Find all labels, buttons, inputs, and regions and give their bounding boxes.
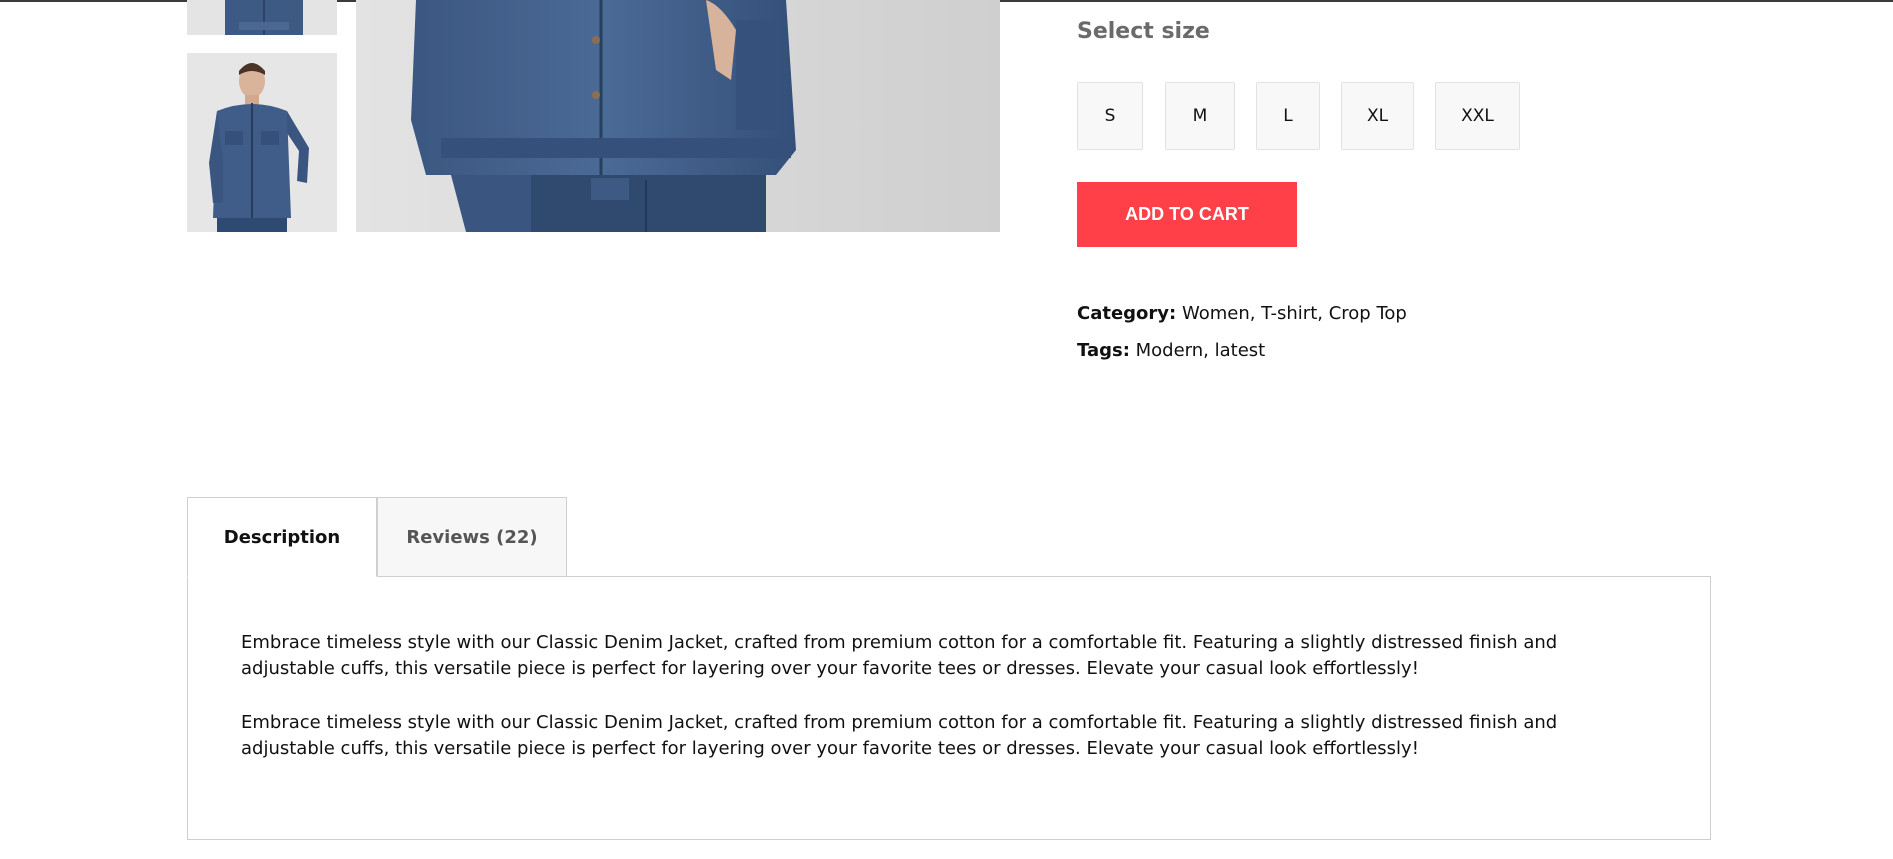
denim-jacket-image bbox=[187, 0, 337, 35]
tags-value[interactable]: Modern, latest bbox=[1136, 340, 1266, 361]
denim-jacket-closeup-image bbox=[356, 0, 1000, 232]
size-option-m[interactable]: M bbox=[1165, 82, 1235, 150]
size-option-s[interactable]: S bbox=[1077, 82, 1143, 150]
tags-label: Tags: bbox=[1077, 340, 1130, 361]
description-paragraph-1: Embrace timeless style with our Classic … bbox=[241, 632, 1558, 679]
model-denim-jacket-image bbox=[187, 53, 337, 232]
size-option-xl[interactable]: XL bbox=[1341, 82, 1414, 150]
description-paragraph-2: Embrace timeless style with our Classic … bbox=[241, 712, 1558, 759]
select-size-heading: Select size bbox=[1077, 19, 1210, 44]
category-value[interactable]: Women, T-shirt, Crop Top bbox=[1182, 303, 1407, 324]
tab-reviews[interactable]: Reviews (22) bbox=[377, 497, 567, 577]
size-option-l[interactable]: L bbox=[1256, 82, 1320, 150]
product-thumbnail-2[interactable] bbox=[187, 53, 337, 232]
product-thumbnail-1[interactable] bbox=[187, 0, 337, 35]
category-label: Category: bbox=[1077, 303, 1177, 324]
product-main-image[interactable] bbox=[356, 0, 1000, 232]
add-to-cart-button[interactable]: ADD TO CART bbox=[1077, 182, 1297, 247]
description-panel: Embrace timeless style with our Classic … bbox=[187, 576, 1711, 840]
tab-description[interactable]: Description bbox=[187, 497, 377, 577]
product-tags: Tags: Modern, latest bbox=[1077, 340, 1265, 361]
product-category: Category: Women, T-shirt, Crop Top bbox=[1077, 303, 1407, 324]
size-option-xxl[interactable]: XXL bbox=[1435, 82, 1520, 150]
